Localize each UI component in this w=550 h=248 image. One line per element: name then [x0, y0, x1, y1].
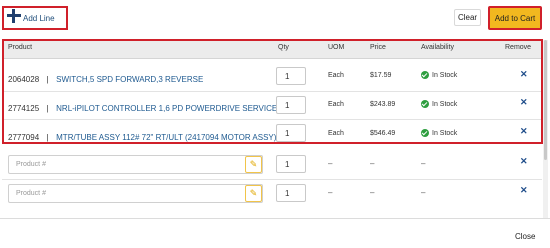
quantity-input[interactable]: 1	[276, 96, 306, 114]
add-line-button[interactable]: Add Line	[7, 8, 55, 23]
product-description-link[interactable]: SWITCH,5 SPD FORWARD,3 REVERSE	[56, 75, 203, 84]
uom-value: Each	[328, 101, 344, 108]
scrollbar-thumb[interactable]	[544, 40, 547, 160]
product-number-input[interactable]: Product #	[8, 184, 263, 203]
availability-label: In Stock	[432, 71, 458, 79]
product-description-link[interactable]: NRL-iPILOT CONTROLLER 1,6 PD POWERDRIVE …	[56, 104, 286, 113]
availability-status: In Stock	[421, 100, 457, 108]
availability-value: –	[421, 188, 426, 197]
separator: |	[46, 75, 49, 84]
quantity-input[interactable]: 1	[276, 155, 306, 173]
quantity-input[interactable]: 1	[276, 124, 306, 142]
add-to-cart-button[interactable]: Add to Cart	[488, 6, 542, 30]
product-input-placeholder: Product #	[16, 190, 46, 197]
remove-icon[interactable]: ✕	[520, 69, 528, 80]
price-value: –	[370, 159, 375, 168]
footer-divider	[0, 218, 550, 219]
availability-label: In Stock	[432, 100, 458, 108]
row-divider	[2, 179, 542, 180]
check-circle-icon	[421, 71, 429, 79]
add-line-label: Add Line	[23, 14, 55, 23]
table-row: 2064028 | SWITCH,5 SPD FORWARD,3 REVERSE	[8, 69, 203, 87]
product-number: 2064028	[8, 75, 40, 84]
product-number-input[interactable]: Product #	[8, 155, 263, 174]
remove-icon[interactable]: ✕	[520, 185, 528, 196]
price-value: $243.89	[370, 101, 396, 108]
availability-label: In Stock	[432, 129, 458, 137]
close-button[interactable]: Close	[515, 232, 535, 241]
separator: |	[46, 133, 49, 142]
column-header-remove: Remove	[505, 44, 532, 51]
column-header-qty: Qty	[278, 44, 289, 51]
product-description-link[interactable]: MTR/TUBE ASSY 112# 72" RT/ULT (2417094 M…	[56, 133, 276, 142]
remove-icon[interactable]: ✕	[520, 126, 528, 137]
edit-icon[interactable]: ✎	[245, 156, 262, 173]
quantity-input[interactable]: 1	[276, 67, 306, 85]
table-header	[2, 40, 542, 59]
price-value: –	[370, 188, 375, 197]
availability-status: In Stock	[421, 129, 457, 137]
remove-icon[interactable]: ✕	[520, 97, 528, 108]
separator: |	[46, 104, 49, 113]
uom-value: –	[328, 159, 333, 168]
table-row: 2777094 | MTR/TUBE ASSY 112# 72" RT/ULT …	[8, 127, 276, 145]
edit-icon[interactable]: ✎	[245, 185, 262, 202]
table-row: 2774125 | NRL-iPILOT CONTROLLER 1,6 PD P…	[8, 98, 286, 116]
plus-icon	[7, 8, 21, 23]
product-number: 2777094	[8, 133, 40, 142]
product-number: 2774125	[8, 104, 40, 113]
row-divider	[2, 119, 542, 120]
check-circle-icon	[421, 100, 429, 108]
price-value: $17.59	[370, 72, 392, 79]
clear-button[interactable]: Clear	[454, 9, 481, 26]
price-value: $546.49	[370, 130, 396, 137]
product-input-placeholder: Product #	[16, 161, 46, 168]
check-circle-icon	[421, 129, 429, 137]
uom-value: Each	[328, 130, 344, 137]
remove-icon[interactable]: ✕	[520, 156, 528, 167]
row-divider	[2, 91, 542, 92]
uom-value: –	[328, 188, 333, 197]
column-header-product: Product	[8, 44, 33, 51]
quantity-input[interactable]: 1	[276, 184, 306, 202]
availability-status: In Stock	[421, 71, 457, 79]
uom-value: Each	[328, 72, 344, 79]
column-header-availability: Availability	[421, 44, 454, 51]
availability-value: –	[421, 159, 426, 168]
column-header-price: Price	[370, 44, 386, 51]
column-header-uom: UOM	[328, 44, 345, 51]
